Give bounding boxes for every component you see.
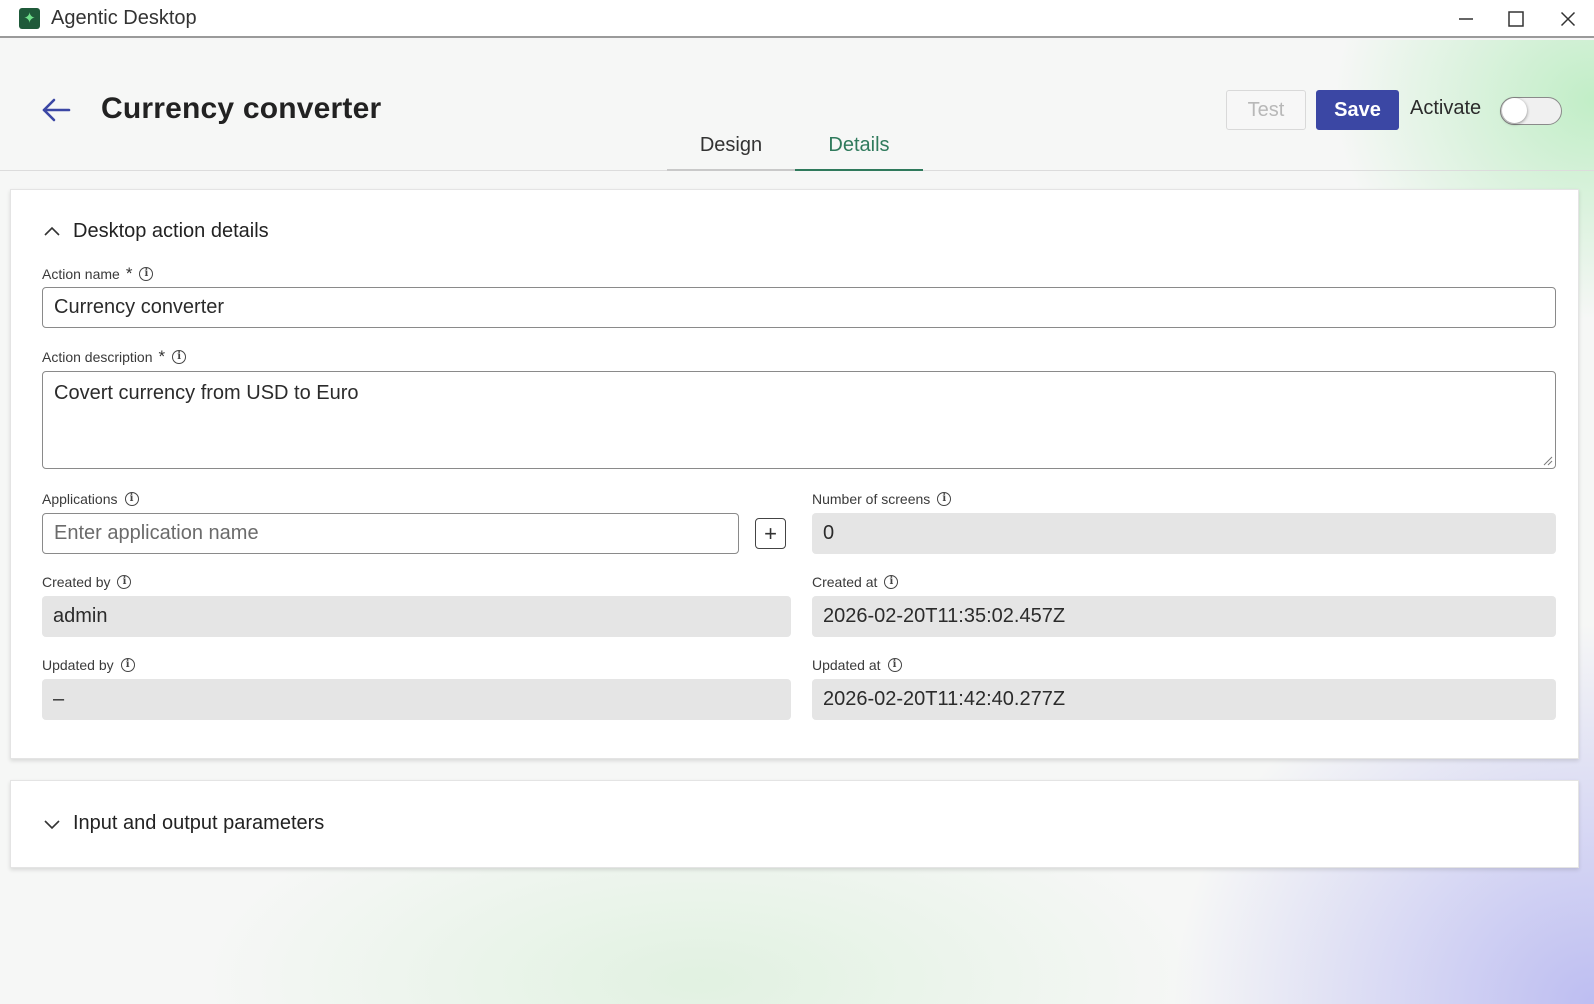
io-section-title: Input and output parameters bbox=[73, 812, 325, 834]
chevron-down-icon bbox=[44, 819, 60, 829]
created-at-value: 2026-02-20T11:35:02.457Z bbox=[812, 596, 1556, 637]
number-of-screens-label-text: Number of screens bbox=[812, 491, 931, 507]
info-icon: i bbox=[172, 349, 187, 364]
updated-at-label-text: Updated at bbox=[812, 657, 881, 673]
page-title: Currency converter bbox=[101, 92, 382, 125]
created-at-label-text: Created at bbox=[812, 574, 878, 590]
action-description-value: Covert currency from USD to Euro bbox=[54, 382, 359, 404]
main-area: Currency converter Test Save Activate De… bbox=[0, 40, 1594, 1004]
details-section-toggle[interactable]: Desktop action details bbox=[42, 220, 269, 243]
toggle-knob bbox=[1502, 98, 1527, 123]
tab-design[interactable]: Design bbox=[667, 130, 795, 171]
input-output-parameters-card: Input and output parameters bbox=[10, 780, 1579, 868]
created-by-label: Created by i bbox=[42, 574, 132, 590]
minimize-button[interactable] bbox=[1441, 0, 1491, 38]
action-name-input[interactable]: Currency converter bbox=[42, 287, 1556, 328]
close-button[interactable] bbox=[1543, 0, 1593, 38]
info-icon: i bbox=[139, 266, 154, 281]
action-description-label: Action description * i bbox=[42, 347, 187, 366]
info-icon: i bbox=[887, 658, 902, 672]
info-icon: i bbox=[884, 575, 899, 589]
applications-label: Applications i bbox=[42, 491, 139, 507]
minimize-icon bbox=[1459, 18, 1473, 20]
page-header: Currency converter Test Save Activate De… bbox=[0, 40, 1594, 171]
info-icon: i bbox=[117, 575, 132, 589]
app-logo-icon: ✦ bbox=[19, 8, 40, 29]
arrow-left-icon bbox=[42, 98, 71, 122]
action-name-label-text: Action name bbox=[42, 265, 120, 282]
app-title: Agentic Desktop bbox=[51, 7, 197, 29]
tab-bar: Design Details bbox=[667, 130, 923, 171]
action-name-label: Action name * i bbox=[42, 264, 154, 283]
required-asterisk-icon: * bbox=[158, 347, 166, 366]
updated-by-label: Updated by i bbox=[42, 657, 135, 673]
created-at-label: Created at i bbox=[812, 574, 899, 590]
test-button[interactable]: Test bbox=[1226, 90, 1306, 130]
created-by-value: admin bbox=[42, 596, 791, 637]
updated-at-label: Updated at i bbox=[812, 657, 902, 673]
number-of-screens-value: 0 bbox=[812, 513, 1556, 554]
number-of-screens-label: Number of screens i bbox=[812, 491, 952, 507]
back-button[interactable] bbox=[38, 92, 74, 128]
updated-by-value: – bbox=[42, 679, 791, 720]
title-bar: ✦ Agentic Desktop bbox=[0, 0, 1594, 38]
tab-details[interactable]: Details bbox=[795, 130, 923, 171]
desktop-action-details-card: Desktop action details Action name * i C… bbox=[10, 189, 1579, 759]
action-description-textarea[interactable]: Covert currency from USD to Euro bbox=[42, 371, 1556, 469]
applications-label-text: Applications bbox=[42, 491, 118, 507]
add-application-button[interactable]: + bbox=[755, 518, 786, 549]
close-icon bbox=[1560, 11, 1576, 27]
created-by-label-text: Created by bbox=[42, 574, 111, 590]
save-button[interactable]: Save bbox=[1316, 90, 1399, 130]
info-icon: i bbox=[937, 492, 952, 506]
maximize-icon bbox=[1508, 11, 1524, 27]
chevron-up-icon bbox=[44, 226, 60, 236]
info-icon: i bbox=[120, 658, 135, 672]
required-asterisk-icon: * bbox=[125, 264, 133, 283]
updated-at-value: 2026-02-20T11:42:40.277Z bbox=[812, 679, 1556, 720]
activate-toggle[interactable] bbox=[1500, 97, 1562, 125]
resize-grip-icon[interactable] bbox=[1543, 456, 1553, 466]
maximize-button[interactable] bbox=[1491, 0, 1541, 38]
activate-label: Activate bbox=[1410, 97, 1482, 119]
applications-input[interactable]: Enter application name bbox=[42, 513, 739, 554]
info-icon: i bbox=[124, 492, 139, 506]
details-section-title: Desktop action details bbox=[73, 220, 269, 242]
action-description-label-text: Action description bbox=[42, 348, 153, 365]
updated-by-label-text: Updated by bbox=[42, 657, 114, 673]
io-section-toggle[interactable]: Input and output parameters bbox=[42, 812, 324, 835]
